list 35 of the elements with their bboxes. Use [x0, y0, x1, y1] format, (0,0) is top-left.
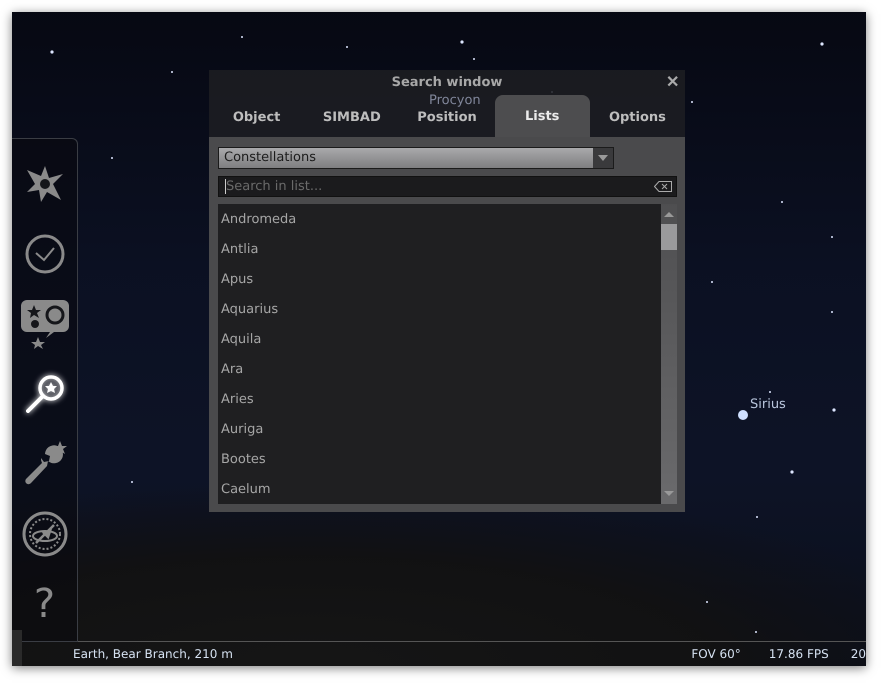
sidebar-button[interactable] [18, 299, 70, 349]
fov-text: FOV 60° [691, 647, 741, 661]
fps-text: 17.86 FPS [768, 647, 829, 661]
tab[interactable]: Object [209, 97, 304, 137]
location-text: Earth, Bear Branch, 210 m [73, 647, 234, 661]
sky-objects-icon [20, 299, 70, 349]
list-item[interactable]: Antlia [221, 242, 258, 256]
date-text: 20 [850, 647, 866, 661]
window-title: Search window [392, 75, 502, 90]
star-label: Sirius [750, 397, 786, 412]
list-item[interactable]: Caelum [221, 482, 271, 496]
list-item[interactable]: Auriga [221, 422, 264, 436]
astrolabe-icon [22, 511, 68, 557]
compass-star-icon [24, 164, 64, 204]
search-box[interactable]: Search in list... [218, 176, 677, 197]
corner-handle[interactable] [12, 630, 22, 666]
list-item[interactable]: Aries [221, 392, 254, 406]
tab[interactable]: SIMBAD [304, 97, 400, 137]
list-item[interactable]: Bootes [221, 452, 266, 466]
list-item[interactable]: Aquarius [221, 302, 278, 316]
scrollbar[interactable] [661, 204, 677, 504]
scroll-thumb[interactable] [661, 224, 677, 250]
list-item[interactable]: Aquila [221, 332, 262, 346]
search-icon [24, 373, 66, 415]
list-item[interactable]: Ara [221, 362, 244, 376]
star-label: Procyon [429, 93, 481, 108]
search-field[interactable]: Search in list... [225, 179, 654, 194]
close-button[interactable]: ✕ [664, 72, 681, 92]
tab[interactable]: Lists [494, 95, 590, 137]
list-type-dropdown[interactable]: Constellations [218, 147, 614, 169]
list-item[interactable]: Andromeda [221, 212, 296, 226]
list-item[interactable]: Apus [221, 272, 254, 286]
clear-icon[interactable] [654, 181, 672, 192]
help-button[interactable]: ? [18, 579, 70, 629]
tab[interactable]: Options [590, 97, 686, 137]
